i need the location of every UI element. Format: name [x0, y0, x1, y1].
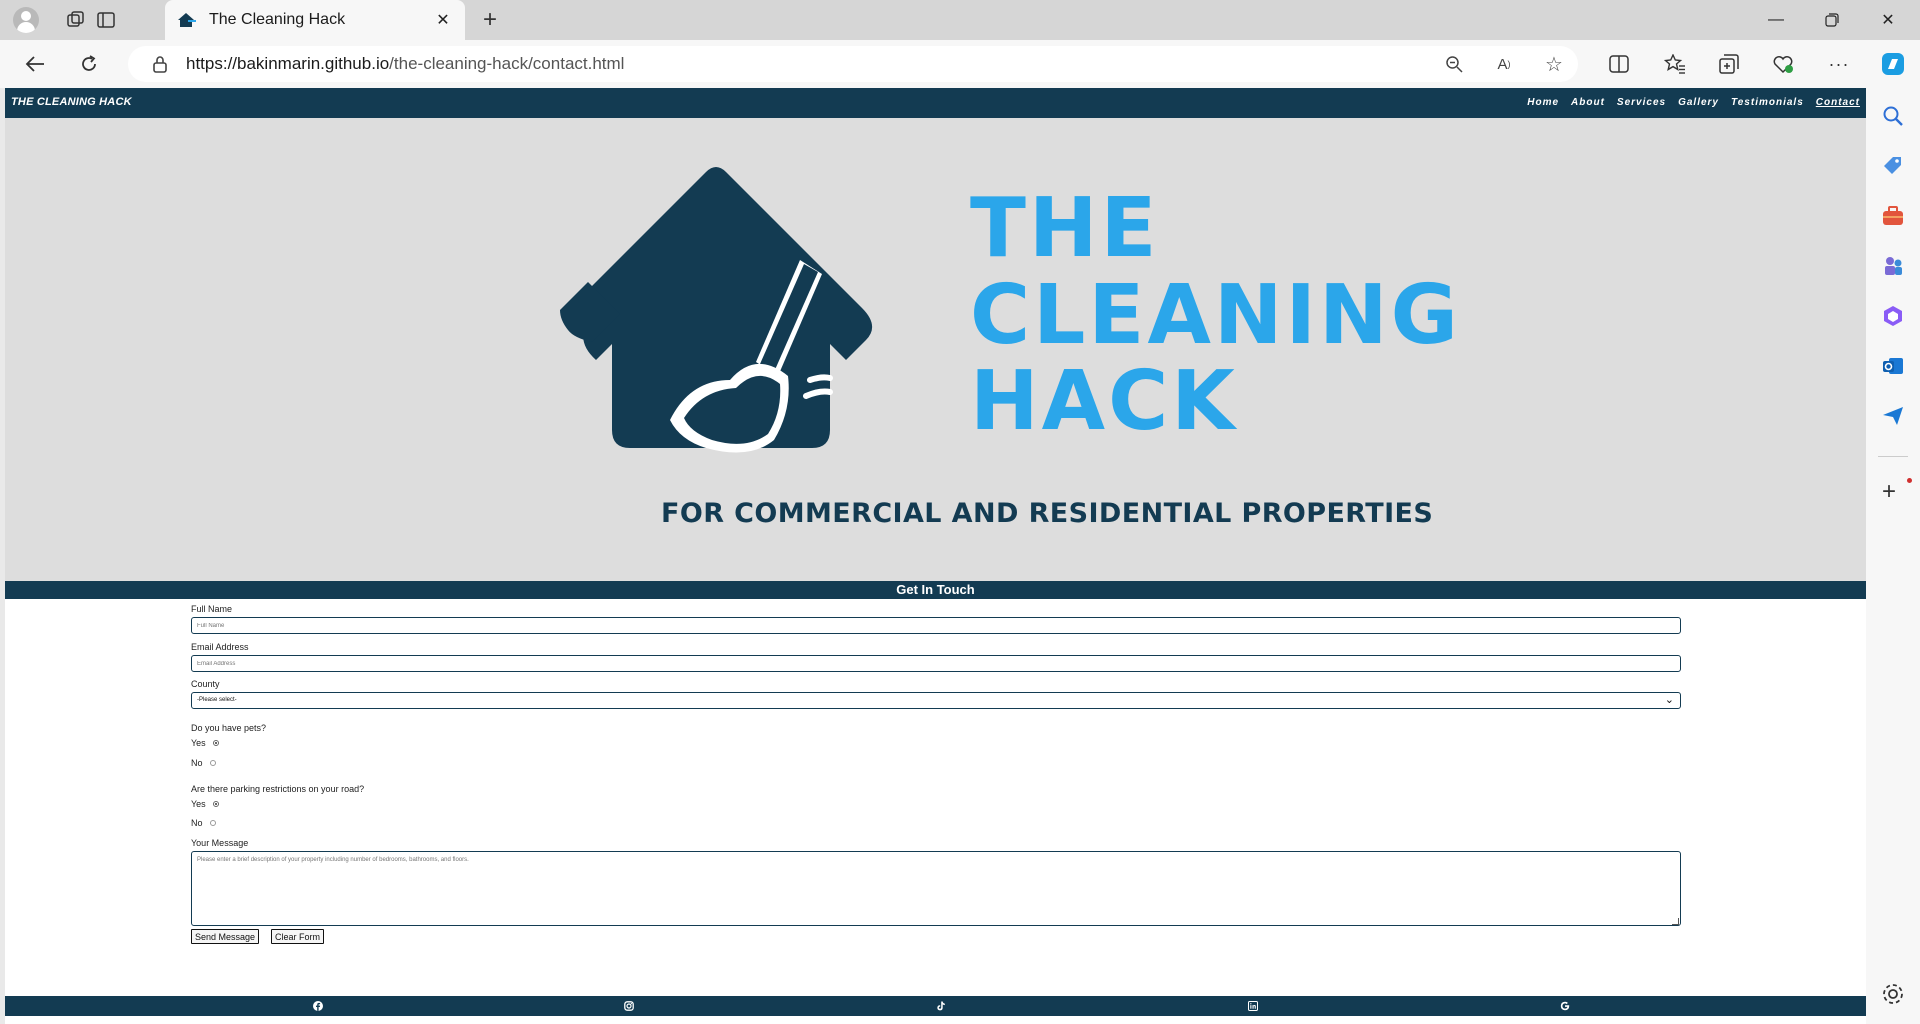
copilot-icon[interactable]	[1880, 51, 1906, 77]
pets-yes-label: Yes	[191, 738, 206, 748]
pets-yes-option[interactable]: Yes	[191, 738, 219, 748]
minimize-icon[interactable]: —	[1748, 0, 1804, 40]
county-label: County	[191, 679, 220, 689]
microsoft-365-icon[interactable]	[1881, 304, 1905, 328]
facebook-icon[interactable]	[313, 1001, 323, 1011]
nav-link-gallery[interactable]: Gallery	[1678, 97, 1719, 108]
back-icon[interactable]	[22, 51, 48, 77]
browser-window: The Cleaning Hack ✕ + — ✕ https://bakinm…	[0, 0, 1920, 1024]
nav-link-about[interactable]: About	[1571, 97, 1605, 108]
parking-question: Are there parking restrictions on your r…	[191, 784, 365, 794]
site-brand[interactable]: THE CLEANING HACK	[11, 96, 132, 108]
edge-sidebar: +	[1866, 88, 1920, 1024]
full-name-input[interactable]	[191, 617, 1681, 634]
tab-actions-icon[interactable]	[92, 6, 120, 34]
split-screen-icon[interactable]	[1606, 51, 1632, 77]
logo-tagline: FOR COMMERCIAL AND RESIDENTIAL PROPERTIE…	[661, 498, 1434, 529]
close-tab-icon[interactable]: ✕	[431, 8, 455, 32]
tiktok-icon[interactable]	[936, 1001, 946, 1011]
message-label: Your Message	[191, 838, 249, 848]
parking-yes-radio[interactable]	[212, 801, 219, 807]
hero-banner: THE CLEANING HACK FOR COMMERCIAL AND RES…	[5, 118, 1866, 581]
lock-icon[interactable]	[150, 54, 170, 74]
logo-word-the: THE	[970, 181, 1160, 276]
favorites-icon[interactable]	[1662, 51, 1688, 77]
pets-no-option[interactable]: No	[191, 758, 216, 768]
nav-link-home[interactable]: Home	[1527, 97, 1559, 108]
chevron-down-icon: ⌄	[1664, 694, 1674, 706]
pets-no-label: No	[191, 758, 203, 768]
add-sidebar-app-icon[interactable]: +	[1882, 480, 1896, 504]
browser-essentials-icon[interactable]	[1770, 51, 1796, 77]
parking-no-label: No	[191, 818, 203, 828]
search-icon[interactable]	[1881, 104, 1905, 128]
logo-word-hack: HACK	[970, 354, 1238, 449]
tab-title: The Cleaning Hack	[209, 11, 346, 28]
restore-icon[interactable]	[1804, 0, 1860, 40]
collections-icon[interactable]	[1716, 51, 1742, 77]
pets-yes-radio[interactable]	[212, 740, 219, 746]
more-options-icon[interactable]: ···	[1826, 51, 1852, 77]
sidebar-divider	[1878, 456, 1908, 457]
nav-link-services[interactable]: Services	[1617, 97, 1666, 108]
parking-yes-option[interactable]: Yes	[191, 799, 219, 809]
tab-strip: The Cleaning Hack ✕ + — ✕	[0, 0, 1920, 40]
navigation-bar: https://bakinmarin.github.io/the-cleanin…	[0, 40, 1920, 88]
message-textarea[interactable]	[191, 851, 1681, 926]
games-icon[interactable]	[1881, 254, 1905, 278]
tools-icon[interactable]	[1881, 204, 1905, 228]
parking-no-radio[interactable]	[209, 820, 216, 826]
pets-no-radio[interactable]	[209, 760, 216, 766]
send-icon[interactable]	[1881, 404, 1905, 428]
linkedin-icon[interactable]	[1248, 1001, 1258, 1011]
address-bar[interactable]: https://bakinmarin.github.io/the-cleanin…	[128, 46, 1578, 82]
settings-gear-icon[interactable]	[1881, 982, 1905, 1006]
parking-yes-label: Yes	[191, 799, 206, 809]
new-tab-icon[interactable]: +	[476, 6, 504, 34]
url-text[interactable]: https://bakinmarin.github.io/the-cleanin…	[186, 54, 624, 74]
refresh-icon[interactable]	[76, 51, 102, 77]
outlook-icon[interactable]	[1881, 354, 1905, 378]
send-message-button[interactable]: Send Message	[191, 929, 260, 944]
site-favicon-icon	[178, 13, 196, 27]
zoom-out-icon[interactable]	[1442, 52, 1466, 76]
close-window-icon[interactable]: ✕	[1860, 0, 1916, 40]
site-footer	[5, 996, 1866, 1016]
notification-dot	[1907, 478, 1912, 483]
county-selected-value: -Please select-	[197, 697, 237, 703]
contact-heading: Get In Touch	[896, 582, 975, 597]
county-select[interactable]: -Please select- ⌄	[191, 692, 1681, 709]
textarea-resize-handle[interactable]	[1672, 918, 1679, 925]
site-header: THE CLEANING HACK Home About Services Ga…	[5, 88, 1866, 118]
favorite-star-icon[interactable]: ☆	[1542, 52, 1566, 76]
profile-icon[interactable]	[12, 6, 40, 34]
google-icon[interactable]	[1560, 1001, 1570, 1011]
contact-heading-band: Get In Touch	[5, 581, 1866, 599]
logo-word-cleaning: CLEANING	[970, 268, 1461, 363]
instagram-icon[interactable]	[624, 1001, 634, 1011]
active-tab[interactable]: The Cleaning Hack ✕	[165, 0, 465, 40]
parking-no-option[interactable]: No	[191, 818, 216, 828]
logo-house-broom-icon	[560, 167, 873, 453]
page-viewport: THE CLEANING HACK Home About Services Ga…	[5, 88, 1866, 1024]
site-menu: Home About Services Gallery Testimonials…	[1527, 97, 1860, 108]
email-input[interactable]	[191, 655, 1681, 672]
full-name-label: Full Name	[191, 604, 233, 614]
pets-question: Do you have pets?	[191, 723, 267, 733]
workspaces-icon[interactable]	[62, 6, 90, 34]
shopping-tag-icon[interactable]	[1881, 154, 1905, 178]
email-label: Email Address	[191, 642, 249, 652]
nav-link-contact[interactable]: Contact	[1816, 97, 1860, 108]
read-aloud-icon[interactable]: A)	[1492, 52, 1516, 76]
clear-form-button[interactable]: Clear Form	[271, 929, 325, 944]
nav-link-testimonials[interactable]: Testimonials	[1731, 97, 1804, 108]
